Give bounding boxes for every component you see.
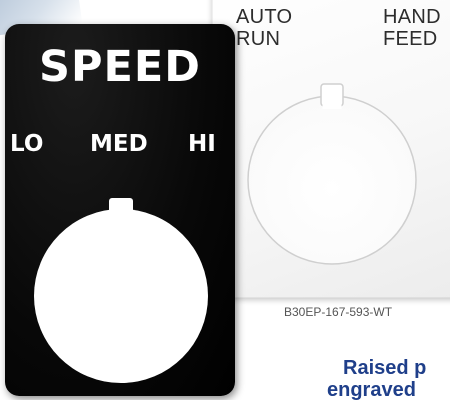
auto-run-legend: AUTO RUN [236,6,292,50]
black-plate-mounting-hole [34,198,208,383]
hand-label: HAND [383,6,441,28]
lo-label: LO [10,131,44,157]
feed-label: FEED [383,28,438,50]
auto-label: AUTO [236,6,293,28]
product-photo: AUTO RUN HAND FEED SPEED LO MED HI B30EP… [0,0,450,400]
caption-line-1: Raised p [343,357,427,379]
caption-line-2: engraved [327,379,416,400]
white-plate-mounting-hole [247,83,417,265]
hand-feed-legend: HAND FEED [383,6,441,50]
part-number: B30EP-167-593-WT [284,305,393,319]
med-label: MED [90,131,148,157]
hi-label: HI [188,131,216,157]
speed-title: SPEED [39,42,201,92]
run-label: RUN [236,28,281,50]
